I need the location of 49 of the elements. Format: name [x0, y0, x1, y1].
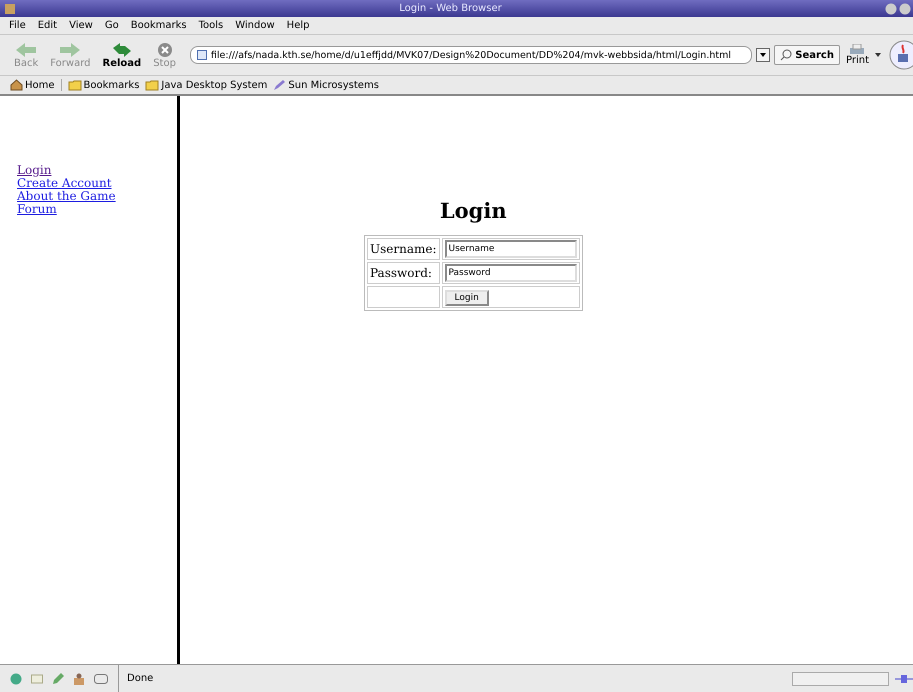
- maximize-button[interactable]: [899, 2, 911, 14]
- bookmark-item[interactable]: Java Desktop System: [145, 79, 268, 91]
- app-icon: [4, 2, 16, 14]
- search-icon: [780, 49, 792, 61]
- stop-icon: [156, 42, 173, 58]
- status-text: Done: [126, 673, 154, 684]
- print-button[interactable]: Print: [844, 44, 871, 66]
- field-label: Password:: [367, 262, 440, 284]
- caret-icon[interactable]: [875, 53, 881, 57]
- minimize-button[interactable]: [885, 2, 897, 14]
- folder-icon: [145, 79, 160, 91]
- window-title: Login - Web Browser: [398, 3, 503, 14]
- page-heading: Login: [440, 198, 507, 223]
- menu-item[interactable]: Go: [104, 20, 119, 31]
- menu-item[interactable]: Help: [286, 20, 310, 31]
- pencil-icon[interactable]: [52, 672, 64, 684]
- sidebar-link[interactable]: Forum: [17, 203, 177, 216]
- login-button[interactable]: Login: [444, 290, 489, 306]
- menu-item[interactable]: Tools: [198, 20, 224, 31]
- menu-item[interactable]: Edit: [38, 20, 58, 31]
- menu-item[interactable]: View: [69, 20, 93, 31]
- caret-icon: [760, 53, 766, 57]
- back-arrow-icon: [15, 42, 38, 58]
- sidebar-link[interactable]: About the Game: [17, 190, 177, 203]
- search-button[interactable]: Search: [774, 45, 840, 65]
- bookmark-item[interactable]: Sun Microsystems: [273, 79, 379, 91]
- dropdown-button[interactable]: [756, 48, 770, 62]
- field-label: Username:: [367, 238, 440, 260]
- house-icon: [10, 79, 23, 91]
- address-field[interactable]: file:///afs/nada.kth.se/home/d/u1effjdd/MVK07/Design%20Document/DD%204/mvk-webbsida/html/Login.html: [190, 46, 752, 64]
- globe-icon[interactable]: [10, 672, 22, 684]
- menu-item[interactable]: File: [9, 20, 26, 31]
- bookmark-item[interactable]: Bookmarks: [68, 79, 140, 91]
- printer-icon: [849, 44, 866, 55]
- pen-icon: [273, 79, 286, 91]
- bookmark-item[interactable]: Home: [10, 79, 55, 91]
- reload-arrows-icon: [110, 42, 133, 58]
- coffee-cup-icon[interactable]: [889, 40, 913, 70]
- sidebar-link[interactable]: Create Account: [17, 177, 177, 190]
- menu-item[interactable]: Window: [235, 20, 275, 31]
- sidebar-link[interactable]: Login: [17, 164, 177, 177]
- folder-icon: [68, 79, 82, 91]
- forward-arrow-icon: [59, 42, 82, 58]
- input-field[interactable]: Password: [444, 264, 577, 282]
- toolbar-button[interactable]: Reload: [98, 40, 146, 70]
- page-icon: [196, 50, 207, 60]
- plug-icon: [895, 672, 913, 684]
- menu-item[interactable]: Bookmarks: [130, 20, 187, 31]
- input-field[interactable]: Username: [444, 240, 577, 258]
